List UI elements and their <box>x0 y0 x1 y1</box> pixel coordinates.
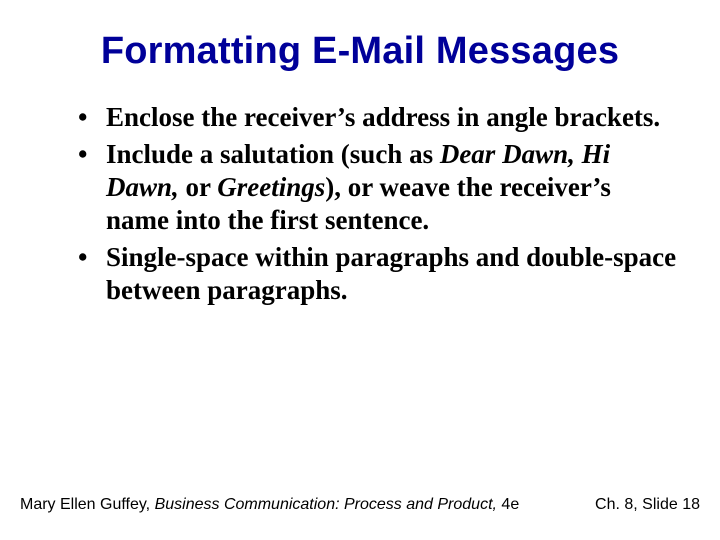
bullet-text: Enclose the receiver’s address in angle … <box>106 102 660 132</box>
footer-book-title: Business Communication: Process and Prod… <box>155 496 497 513</box>
slide-title: Formatting E-Mail Messages <box>40 30 680 73</box>
slide-footer: Mary Ellen Guffey, Business Communicatio… <box>20 496 700 514</box>
footer-author: Mary Ellen Guffey, <box>20 496 155 513</box>
bullet-text-part: or <box>179 172 218 202</box>
footer-edition: 4e <box>497 496 519 513</box>
bullet-text: Single-space within paragraphs and doubl… <box>106 242 676 305</box>
bullet-item-3: Single-space within paragraphs and doubl… <box>78 241 680 307</box>
bullet-list: Enclose the receiver’s address in angle … <box>40 101 680 307</box>
bullet-item-2: Include a salutation (such as Dear Dawn,… <box>78 138 680 237</box>
bullet-text-italic: Greetings <box>217 172 325 202</box>
bullet-item-1: Enclose the receiver’s address in angle … <box>78 101 680 134</box>
bullet-text-part: Include a salutation (such as <box>106 139 440 169</box>
footer-right: Ch. 8, Slide 18 <box>595 496 700 514</box>
footer-left: Mary Ellen Guffey, Business Communicatio… <box>20 496 519 514</box>
slide: Formatting E-Mail Messages Enclose the r… <box>0 0 720 540</box>
